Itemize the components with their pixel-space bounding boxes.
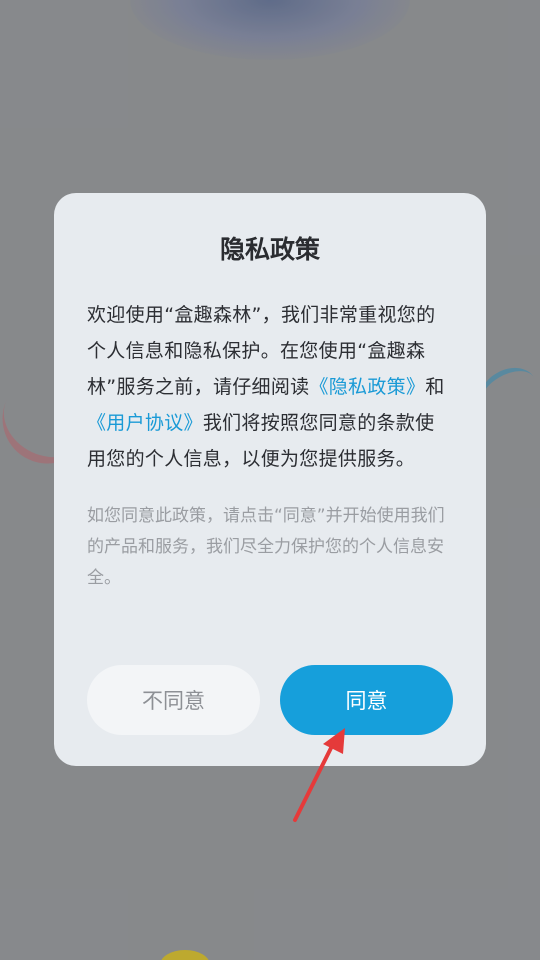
- user-agreement-link[interactable]: 《用户协议》: [87, 412, 203, 434]
- privacy-policy-link[interactable]: 《隐私政策》: [309, 376, 425, 398]
- dialog-button-row: 不同意 同意: [87, 665, 453, 735]
- dialog-title: 隐私政策: [219, 235, 320, 264]
- dialog-body: 欢迎使用“盒趣森林”，我们非常重视您的个人信息和隐私保护。在您使用“盒趣森林”服…: [87, 297, 453, 477]
- dialog-note: 如您同意此政策，请点击“同意”并开始使用我们的产品和服务，我们尽全力保护您的个人…: [87, 506, 445, 588]
- privacy-dialog: 隐私政策 欢迎使用“盒趣森林”，我们非常重视您的个人信息和隐私保护。在您使用“盒…: [54, 193, 486, 766]
- disagree-button-label: 不同意: [142, 689, 205, 713]
- body-text-and: 和: [425, 376, 445, 398]
- app-screen: 隐私政策 欢迎使用“盒趣森林”，我们非常重视您的个人信息和隐私保护。在您使用“盒…: [0, 0, 540, 960]
- disagree-button[interactable]: 不同意: [87, 665, 260, 735]
- agree-button-label: 同意: [345, 689, 388, 713]
- pointer-arrow-icon: [293, 728, 345, 822]
